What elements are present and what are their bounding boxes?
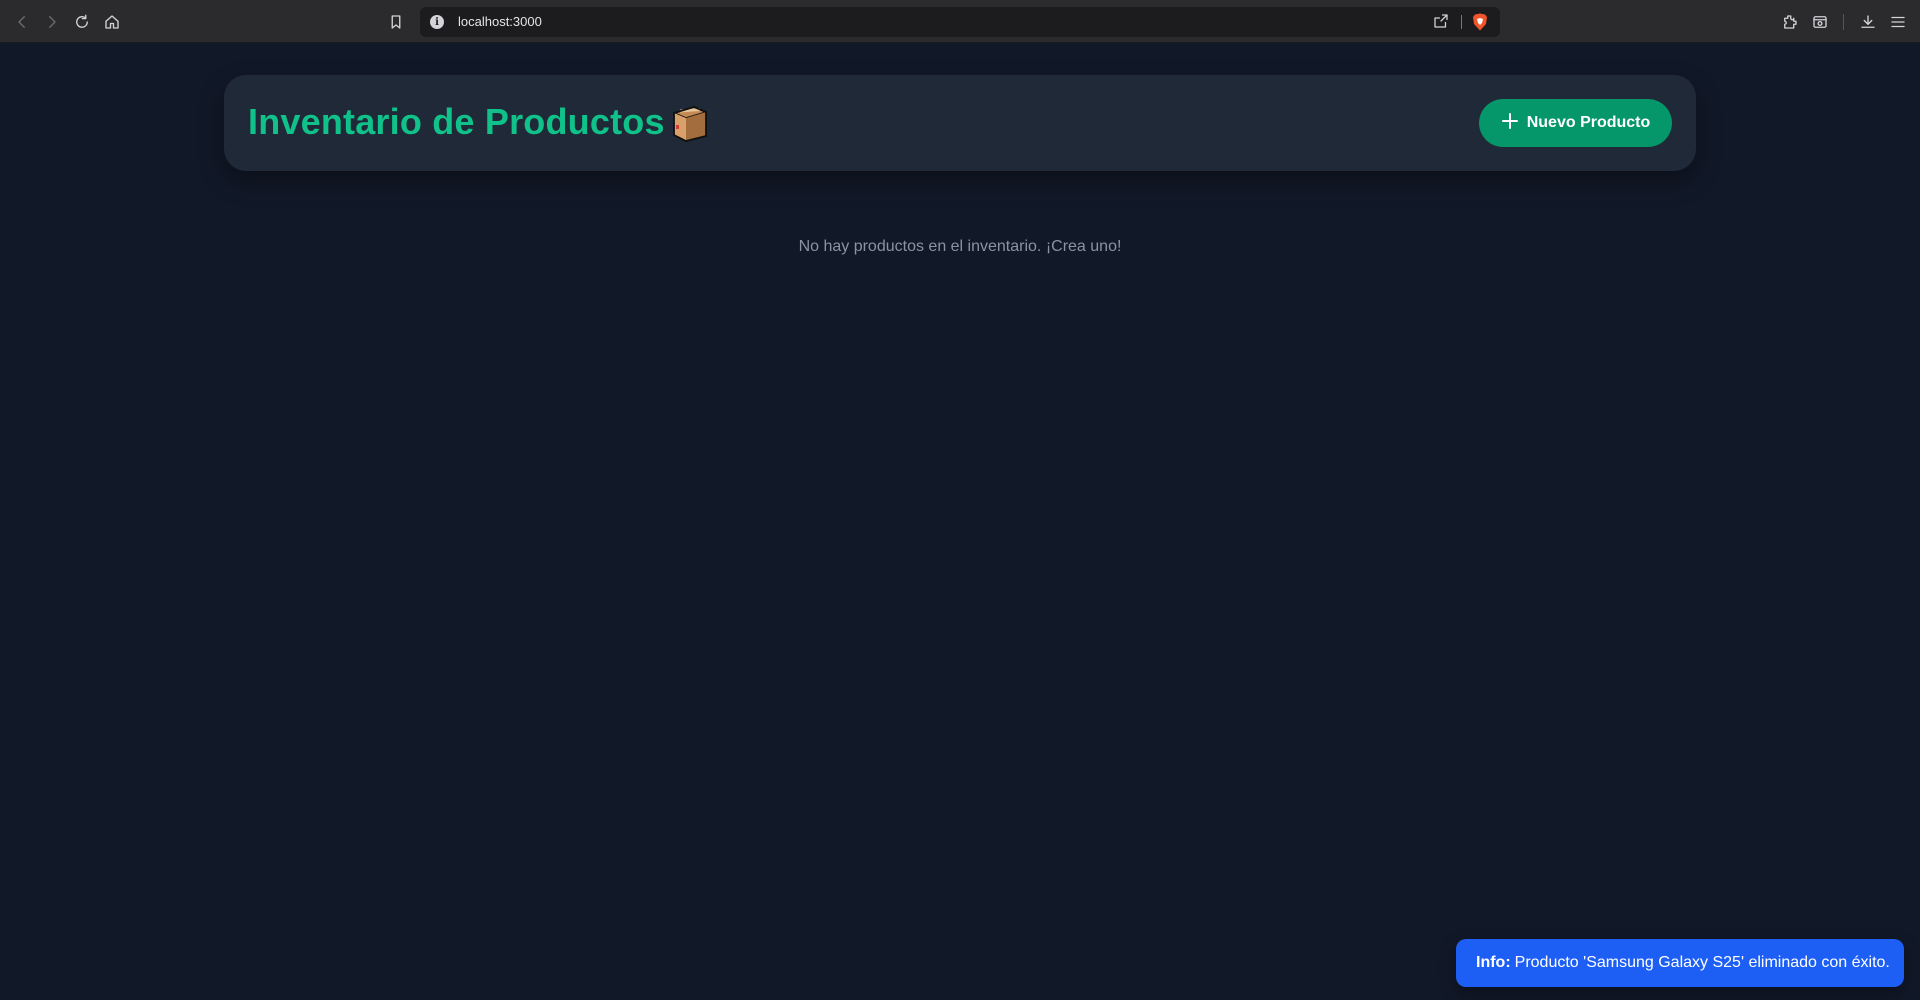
share-icon[interactable]: [1432, 12, 1452, 32]
empty-inventory-message: No hay productos en el inventario. ¡Crea…: [798, 238, 1122, 255]
package-box-icon: [670, 103, 710, 143]
plus-icon: [1501, 112, 1519, 135]
page-title: Inventario de Productos: [248, 101, 665, 142]
reload-icon[interactable]: [68, 8, 96, 36]
site-info-icon[interactable]: i: [430, 15, 444, 29]
home-icon[interactable]: [98, 8, 126, 36]
new-product-label: Nuevo Producto: [1526, 114, 1651, 131]
info-toast[interactable]: Info: Producto 'Samsung Galaxy S25' elim…: [1456, 939, 1904, 987]
back-icon[interactable]: [8, 8, 36, 36]
download-icon[interactable]: [1854, 8, 1882, 36]
new-product-button[interactable]: Nuevo Producto: [1479, 99, 1672, 147]
bookmark-icon[interactable]: [382, 8, 410, 36]
brave-shield-icon[interactable]: [1472, 13, 1488, 31]
inventory-header: Inventario de Productos Nuevo Producto: [224, 75, 1696, 171]
url-text[interactable]: localhost:3000: [458, 14, 542, 29]
divider: [1461, 15, 1462, 29]
address-bar[interactable]: i localhost:3000: [420, 7, 1500, 37]
divider: [1843, 14, 1844, 30]
toast-message: Producto 'Samsung Galaxy S25' eliminado …: [1514, 954, 1890, 971]
extensions-icon[interactable]: [1776, 8, 1804, 36]
browser-toolbar: i localhost:3000: [0, 0, 1920, 43]
forward-icon[interactable]: [38, 8, 66, 36]
menu-icon[interactable]: [1884, 8, 1912, 36]
toast-label: Info:: [1476, 954, 1511, 971]
reader-mode-icon[interactable]: [1806, 8, 1834, 36]
